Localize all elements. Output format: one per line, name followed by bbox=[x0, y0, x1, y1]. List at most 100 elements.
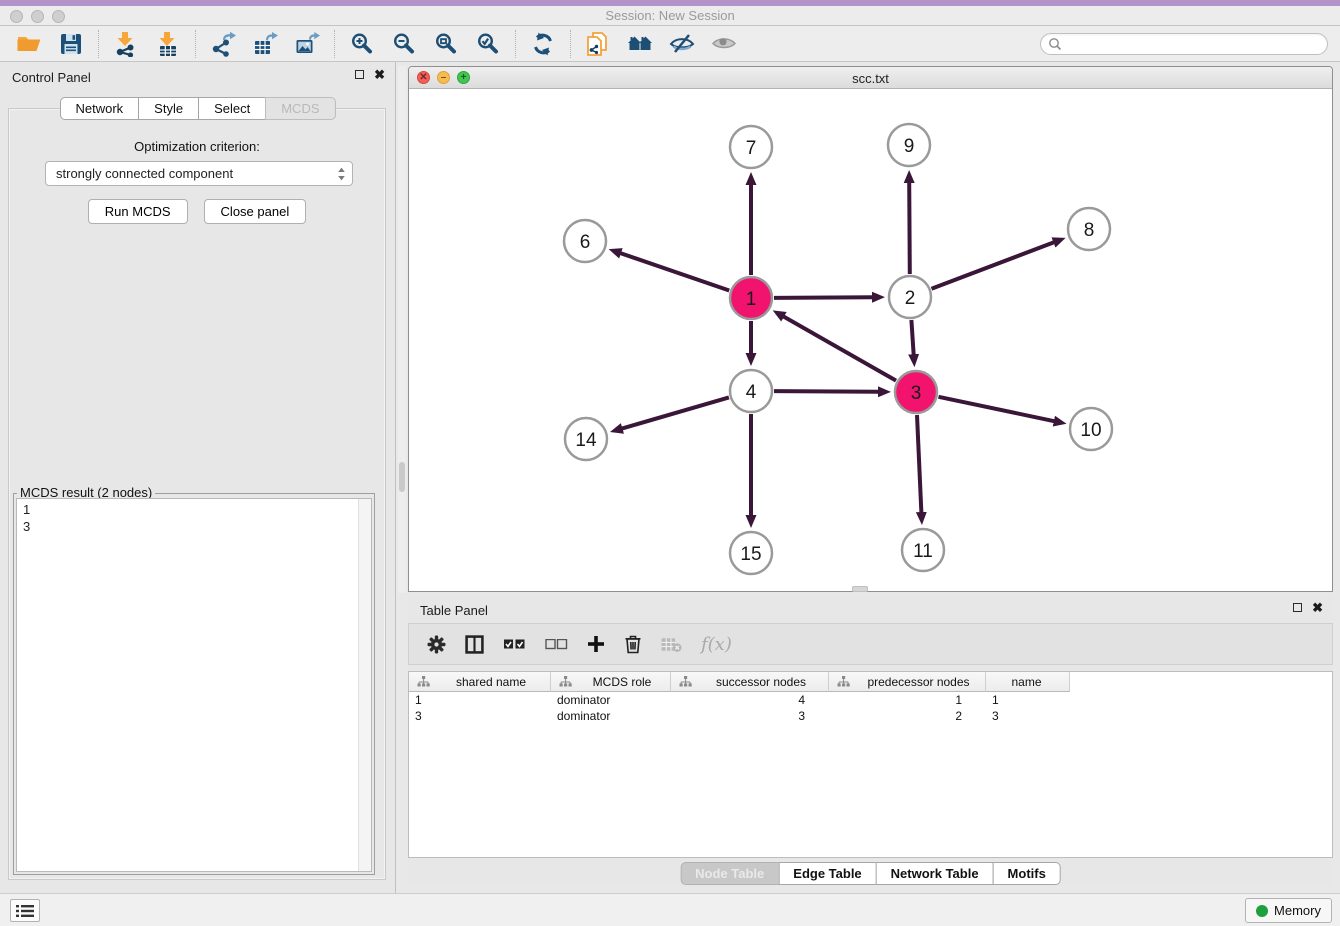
cell-shared-name[interactable]: 3 bbox=[409, 708, 551, 724]
cell-shared-name[interactable]: 1 bbox=[409, 692, 551, 708]
unselect-all-columns-icon[interactable] bbox=[545, 633, 568, 655]
delete-columns-icon bbox=[661, 633, 682, 655]
close-table-panel-icon[interactable]: ✖ bbox=[1312, 603, 1323, 612]
run-mcds-button[interactable]: Run MCDS bbox=[88, 199, 188, 224]
tab-mcds[interactable]: MCDS bbox=[265, 97, 335, 120]
result-scrollbar[interactable] bbox=[358, 499, 371, 871]
cell-name[interactable]: 1 bbox=[986, 692, 1070, 708]
select-all-columns-icon[interactable] bbox=[503, 633, 526, 655]
hide-selected-icon[interactable] bbox=[668, 30, 696, 58]
edge-3-1[interactable] bbox=[783, 316, 896, 380]
mcds-result-text[interactable]: 13 bbox=[16, 498, 372, 872]
scrollbar-thumb[interactable] bbox=[399, 462, 405, 492]
save-session-icon[interactable] bbox=[57, 30, 85, 58]
zoom-in-icon[interactable] bbox=[348, 30, 376, 58]
first-neighbors-icon[interactable] bbox=[626, 30, 654, 58]
task-history-button[interactable] bbox=[10, 899, 40, 922]
cell-MCDS-role[interactable]: dominator bbox=[551, 692, 671, 708]
column-header-successor-nodes[interactable]: successor nodes bbox=[671, 672, 829, 692]
node-table[interactable]: shared nameMCDS rolesuccessor nodesprede… bbox=[408, 671, 1333, 858]
network-graph[interactable]: 1 2 3 4 6 7 8 9 10 11 14 15 bbox=[409, 89, 1332, 591]
graph-node-7[interactable]: 7 bbox=[730, 126, 772, 168]
insert-column-icon[interactable] bbox=[465, 633, 484, 655]
float-panel-icon[interactable] bbox=[355, 70, 364, 79]
graph-node-2[interactable]: 2 bbox=[889, 276, 931, 318]
export-table-icon[interactable] bbox=[251, 30, 279, 58]
edge-3-10[interactable] bbox=[939, 397, 1055, 422]
cell-successor-nodes[interactable]: 4 bbox=[671, 692, 829, 708]
search-field[interactable] bbox=[1040, 33, 1328, 55]
graph-node-8[interactable]: 8 bbox=[1068, 208, 1110, 250]
edge-3-11[interactable] bbox=[917, 415, 921, 513]
edge-2-8[interactable] bbox=[932, 242, 1055, 289]
import-table-icon[interactable] bbox=[154, 30, 182, 58]
graph-node-4[interactable]: 4 bbox=[730, 370, 772, 412]
cell-predecessor-nodes[interactable]: 1 bbox=[829, 692, 986, 708]
cell-MCDS-role[interactable]: dominator bbox=[551, 708, 671, 724]
edge-4-14[interactable] bbox=[622, 397, 729, 428]
tab-select[interactable]: Select bbox=[198, 97, 266, 120]
edge-1-6[interactable] bbox=[620, 253, 729, 291]
open-session-icon[interactable] bbox=[15, 30, 43, 58]
graph-node-3[interactable]: 3 bbox=[895, 371, 937, 413]
network-canvas[interactable]: 1 2 3 4 6 7 8 9 10 11 14 15 bbox=[409, 89, 1332, 591]
zoom-fit-icon[interactable] bbox=[432, 30, 460, 58]
tab-network-table[interactable]: Network Table bbox=[876, 862, 994, 885]
export-image-icon[interactable] bbox=[293, 30, 321, 58]
network-horizontal-scrollbar[interactable] bbox=[852, 586, 868, 592]
column-header-MCDS-role[interactable]: MCDS role bbox=[551, 672, 671, 692]
edge-2-3[interactable] bbox=[911, 320, 913, 355]
memory-status-icon bbox=[1256, 905, 1268, 917]
close-panel-icon[interactable]: ✖ bbox=[374, 70, 385, 79]
main-toolbar bbox=[0, 26, 1340, 62]
criterion-select[interactable]: strongly connected component bbox=[45, 161, 353, 186]
column-header-name[interactable]: name bbox=[986, 672, 1070, 692]
float-table-panel-icon[interactable] bbox=[1293, 603, 1302, 612]
search-input[interactable] bbox=[1040, 33, 1328, 55]
svg-text:4: 4 bbox=[746, 382, 757, 403]
column-type-icon bbox=[679, 676, 692, 688]
graph-node-10[interactable]: 10 bbox=[1070, 408, 1112, 450]
zoom-out-icon[interactable] bbox=[390, 30, 418, 58]
column-header-predecessor-nodes[interactable]: predecessor nodes bbox=[829, 672, 986, 692]
zoom-selected-icon[interactable] bbox=[474, 30, 502, 58]
network-vertical-scrollbar[interactable] bbox=[398, 66, 406, 593]
network-from-file-icon[interactable] bbox=[584, 30, 612, 58]
session-title: Session: New Session bbox=[0, 8, 1340, 23]
tab-motifs[interactable]: Motifs bbox=[993, 862, 1061, 885]
graph-node-15[interactable]: 15 bbox=[730, 532, 772, 574]
settings-gear-icon[interactable] bbox=[427, 633, 446, 655]
svg-text:11: 11 bbox=[913, 541, 933, 562]
export-network-icon[interactable] bbox=[209, 30, 237, 58]
cell-name[interactable]: 3 bbox=[986, 708, 1070, 724]
graph-node-6[interactable]: 6 bbox=[564, 220, 606, 262]
refresh-layout-icon[interactable] bbox=[529, 30, 557, 58]
graph-node-14[interactable]: 14 bbox=[565, 418, 607, 460]
show-all-icon[interactable] bbox=[710, 30, 738, 58]
cell-successor-nodes[interactable]: 3 bbox=[671, 708, 829, 724]
graph-node-11[interactable]: 11 bbox=[902, 529, 944, 571]
tab-network[interactable]: Network bbox=[59, 97, 139, 120]
tab-edge-table[interactable]: Edge Table bbox=[778, 862, 876, 885]
memory-button[interactable]: Memory bbox=[1245, 898, 1332, 923]
tab-node-table[interactable]: Node Table bbox=[680, 862, 779, 885]
edge-4-3[interactable] bbox=[774, 391, 879, 392]
network-title: scc.txt bbox=[409, 71, 1332, 86]
column-header-shared-name[interactable]: shared name bbox=[409, 672, 551, 692]
edge-2-9[interactable] bbox=[909, 182, 910, 274]
network-window-titlebar[interactable]: ✕ – + scc.txt bbox=[409, 67, 1332, 89]
edge-1-2[interactable] bbox=[774, 297, 873, 298]
delete-rows-icon[interactable] bbox=[624, 633, 642, 655]
close-mcds-panel-button[interactable]: Close panel bbox=[204, 199, 307, 224]
tab-style[interactable]: Style bbox=[138, 97, 199, 120]
add-row-icon[interactable] bbox=[587, 633, 605, 655]
table-tabs: Node TableEdge TableNetwork TableMotifs bbox=[680, 862, 1061, 885]
table-body: 1dominator4113dominator323 bbox=[409, 692, 1332, 724]
table-row[interactable]: 1dominator411 bbox=[409, 692, 1332, 708]
table-row[interactable]: 3dominator323 bbox=[409, 708, 1332, 724]
graph-node-1[interactable]: 1 bbox=[730, 277, 772, 319]
cell-predecessor-nodes[interactable]: 2 bbox=[829, 708, 986, 724]
import-network-icon[interactable] bbox=[112, 30, 140, 58]
toolbar-separator bbox=[515, 30, 516, 58]
graph-node-9[interactable]: 9 bbox=[888, 124, 930, 166]
